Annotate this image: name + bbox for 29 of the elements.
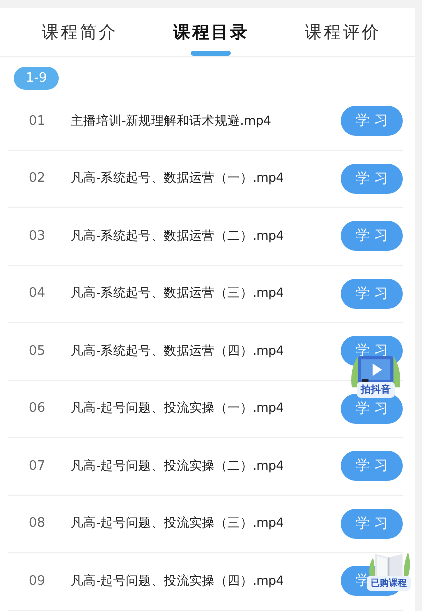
lesson-number: 09 xyxy=(29,574,47,589)
lesson-number: 05 xyxy=(29,344,47,359)
study-button[interactable]: 学 习 xyxy=(341,164,403,194)
study-button[interactable]: 学 习 xyxy=(341,394,403,424)
lesson-title: 凡高-系统起号、数据运营（二）.mp4 xyxy=(71,228,285,245)
study-button[interactable]: 学 习 xyxy=(341,221,403,252)
lesson-number: 01 xyxy=(29,114,47,129)
study-button[interactable]: 学 习 xyxy=(341,451,403,482)
tab[interactable]: 课程评价 xyxy=(297,8,390,56)
study-button[interactable]: 学 习 xyxy=(341,106,403,136)
tab[interactable]: 课程简介 xyxy=(34,8,126,56)
lesson-title: 凡高-系统起号、数据运营（三）.mp4 xyxy=(71,285,285,302)
lesson-number: 04 xyxy=(29,286,47,302)
lesson-number: 02 xyxy=(29,171,47,186)
lesson-title: 凡高-起号问题、投流实操（一）.mp4 xyxy=(71,400,285,418)
lesson-number: 03 xyxy=(29,228,47,244)
lesson-title: 凡高-系统起号、数据运营（一）.mp4 xyxy=(71,170,285,188)
lesson-title: 凡高-起号问题、投流实操（三）.mp4 xyxy=(71,515,285,532)
lesson-title: 主播培训-新规理解和话术规避.mp4 xyxy=(71,112,272,130)
range-chip[interactable]: 1-9 xyxy=(14,67,60,90)
tab[interactable]: 课程目录 xyxy=(165,8,258,56)
study-button[interactable]: 学 习 xyxy=(341,278,403,309)
lesson-number: 06 xyxy=(29,401,47,416)
lesson-number: 08 xyxy=(29,516,47,532)
lesson-title: 凡高-起号问题、投流实操（四）.mp4 xyxy=(71,572,285,590)
study-button[interactable]: 学 习 xyxy=(341,508,403,539)
lesson-title: 凡高-起号问题、投流实操（二）.mp4 xyxy=(71,458,285,475)
lesson-number: 07 xyxy=(29,458,47,474)
lesson-title: 凡高-系统起号、数据运营（四）.mp4 xyxy=(71,342,285,360)
